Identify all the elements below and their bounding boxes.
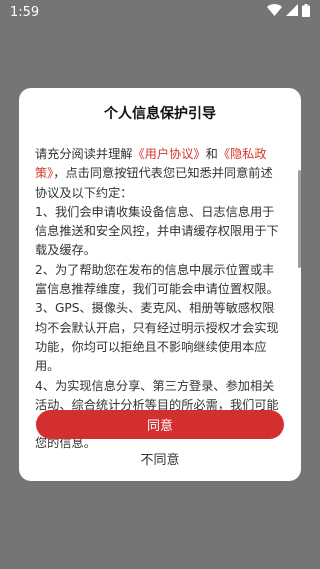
content-scrollbar[interactable]	[298, 170, 301, 268]
user-agreement-link[interactable]: 《用户协议》	[133, 147, 206, 161]
policy-item-2: 2、为了帮助您在发布的信息中展示位置或丰富信息推荐维度，我们可能会申请位置权限。	[35, 262, 279, 297]
status-icons	[267, 3, 310, 21]
status-time: 1:59	[10, 4, 40, 20]
wifi-icon	[267, 4, 282, 20]
policy-item-1: 1、我们会申请收集设备信息、日志信息用于信息推送和安全风控，并申请缓存权限用于下…	[35, 204, 279, 258]
agree-button[interactable]: 同意	[36, 410, 284, 439]
dialog-content[interactable]: 请充分阅读并理解《用户协议》和《隐私政策》，点击同意按钮代表您已知悉并同意前述协…	[35, 145, 284, 450]
intro-suffix: ，点击同意按钮代表您已知悉并同意前述协议及以下约定：	[35, 166, 273, 200]
disagree-button[interactable]: 不同意	[19, 446, 301, 470]
battery-icon	[302, 3, 310, 21]
status-bar: 1:59	[0, 0, 320, 24]
privacy-dialog: 个人信息保护引导 请充分阅读并理解《用户协议》和《隐私政策》，点击同意按钮代表您…	[19, 88, 301, 481]
intro-prefix: 请充分阅读并理解	[35, 147, 133, 161]
signal-icon	[286, 4, 298, 20]
policy-item-3: 3、GPS、摄像头、麦克风、相册等敏感权限均不会默认开启，只有经过明示授权才会实…	[35, 301, 279, 374]
intro-paragraph: 请充分阅读并理解《用户协议》和《隐私政策》，点击同意按钮代表您已知悉并同意前述协…	[35, 145, 284, 203]
intro-and: 和	[205, 147, 218, 161]
dialog-title: 个人信息保护引导	[104, 106, 216, 122]
